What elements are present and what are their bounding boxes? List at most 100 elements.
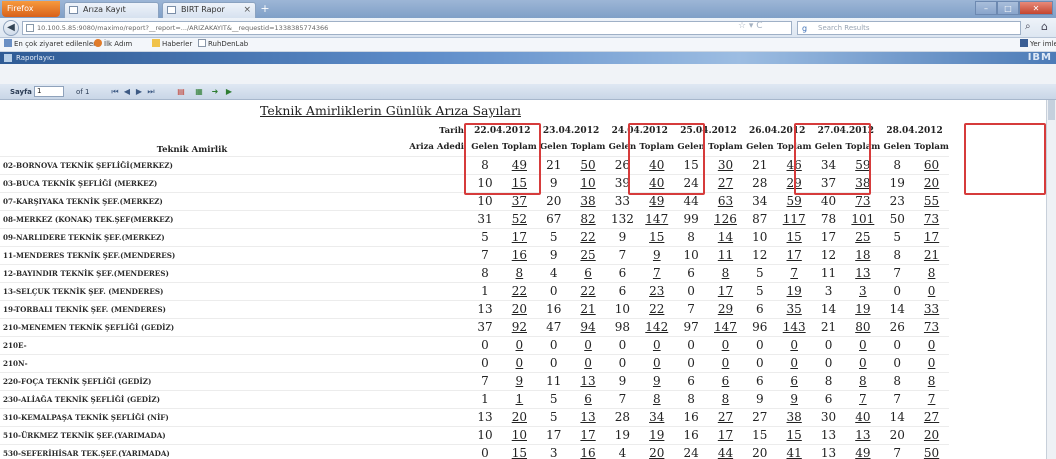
total-count-link[interactable]: 20 (924, 176, 939, 190)
next-page-icon[interactable]: ▶ (134, 87, 144, 97)
total-count-link[interactable]: 37 (512, 194, 527, 208)
total-count-link[interactable]: 143 (783, 320, 806, 334)
new-tab-button[interactable]: + (258, 3, 272, 17)
export-data-icon[interactable]: ▦ (194, 87, 204, 97)
total-count-link[interactable]: 142 (645, 320, 668, 334)
last-page-icon[interactable]: ⏭ (146, 87, 156, 97)
total-count-link[interactable]: 52 (512, 212, 527, 226)
total-count-link[interactable]: 6 (722, 374, 730, 388)
total-count-link[interactable]: 20 (649, 446, 664, 459)
total-count-link[interactable]: 40 (855, 410, 870, 424)
total-count-link[interactable]: 0 (516, 356, 524, 370)
total-count-link[interactable]: 73 (924, 212, 939, 226)
tab-ariza-kayit[interactable]: Arıza Kayıt (64, 2, 159, 18)
total-count-link[interactable]: 8 (722, 266, 730, 280)
firefox-menu-button[interactable]: Firefox (2, 1, 60, 17)
total-count-link[interactable]: 20 (512, 410, 527, 424)
total-count-link[interactable]: 92 (512, 320, 527, 334)
total-count-link[interactable]: 8 (653, 392, 661, 406)
total-count-link[interactable]: 10 (580, 176, 595, 190)
bookmark-news[interactable]: Haberler (152, 38, 192, 51)
total-count-link[interactable]: 8 (928, 374, 936, 388)
total-count-link[interactable]: 0 (653, 338, 661, 352)
total-count-link[interactable]: 9 (790, 392, 798, 406)
print-icon[interactable]: ▶ (224, 87, 234, 97)
export-report-icon[interactable]: ➜ (210, 87, 220, 97)
total-count-link[interactable]: 147 (714, 320, 737, 334)
total-count-link[interactable]: 73 (924, 320, 939, 334)
total-count-link[interactable]: 49 (855, 446, 870, 459)
total-count-link[interactable]: 21 (580, 302, 595, 316)
total-count-link[interactable]: 19 (649, 428, 664, 442)
total-count-link[interactable]: 59 (787, 194, 802, 208)
total-count-link[interactable]: 10 (512, 428, 527, 442)
total-count-link[interactable]: 7 (859, 392, 867, 406)
total-count-link[interactable]: 6 (790, 374, 798, 388)
total-count-link[interactable]: 17 (512, 230, 527, 244)
first-page-icon[interactable]: ⏮ (110, 87, 120, 97)
total-count-link[interactable]: 17 (718, 284, 733, 298)
total-count-link[interactable]: 16 (512, 248, 527, 262)
bookmark-star-icon[interactable]: ☆ ▾ C (738, 21, 763, 31)
home-icon[interactable]: ⌂ (1041, 20, 1048, 33)
total-count-link[interactable]: 19 (855, 302, 870, 316)
total-count-link[interactable]: 27 (924, 410, 939, 424)
total-count-link[interactable]: 38 (580, 194, 595, 208)
total-count-link[interactable]: 7 (653, 266, 661, 280)
total-count-link[interactable]: 0 (584, 356, 592, 370)
total-count-link[interactable]: 73 (855, 194, 870, 208)
total-count-link[interactable]: 16 (580, 446, 595, 459)
total-count-link[interactable]: 17 (580, 428, 595, 442)
total-count-link[interactable]: 0 (653, 356, 661, 370)
total-count-link[interactable]: 34 (649, 410, 664, 424)
total-count-link[interactable]: 49 (649, 194, 664, 208)
total-count-link[interactable]: 27 (718, 176, 733, 190)
previous-page-icon[interactable]: ◀ (122, 87, 132, 97)
total-count-link[interactable]: 14 (718, 230, 733, 244)
total-count-link[interactable]: 17 (787, 248, 802, 262)
total-count-link[interactable]: 7 (928, 392, 936, 406)
total-count-link[interactable]: 50 (580, 158, 595, 172)
total-count-link[interactable]: 22 (512, 284, 527, 298)
total-count-link[interactable]: 6 (584, 392, 592, 406)
total-count-link[interactable]: 18 (855, 248, 870, 262)
total-count-link[interactable]: 8 (722, 392, 730, 406)
total-count-link[interactable]: 13 (855, 428, 870, 442)
total-count-link[interactable]: 11 (718, 248, 733, 262)
total-count-link[interactable]: 8 (859, 374, 867, 388)
total-count-link[interactable]: 15 (787, 428, 802, 442)
total-count-link[interactable]: 0 (722, 338, 730, 352)
export-pdf-icon[interactable]: ▤ (176, 87, 186, 97)
total-count-link[interactable]: 15 (512, 446, 527, 459)
total-count-link[interactable]: 8 (928, 266, 936, 280)
total-count-link[interactable]: 17 (924, 230, 939, 244)
total-count-link[interactable]: 60 (924, 158, 939, 172)
total-count-link[interactable]: 22 (580, 230, 595, 244)
total-count-link[interactable]: 82 (580, 212, 595, 226)
tab-birt-viewer[interactable]: BIRT Rapor Görüntüleyici × (162, 2, 256, 28)
search-input[interactable]: g Search Results (797, 21, 1021, 35)
total-count-link[interactable]: 1 (516, 392, 524, 406)
total-count-link[interactable]: 17 (718, 428, 733, 442)
total-count-link[interactable]: 0 (790, 338, 798, 352)
total-count-link[interactable]: 0 (790, 356, 798, 370)
total-count-link[interactable]: 80 (855, 320, 870, 334)
bookmark-first-step[interactable]: İlk Adım (94, 38, 132, 51)
total-count-link[interactable]: 13 (580, 374, 595, 388)
total-count-link[interactable]: 25 (580, 248, 595, 262)
total-count-link[interactable]: 41 (787, 446, 802, 459)
total-count-link[interactable]: 0 (928, 284, 936, 298)
total-count-link[interactable]: 126 (714, 212, 737, 226)
bookmark-ruhdenlab[interactable]: RuhDenLab (198, 38, 248, 51)
total-count-link[interactable]: 20 (924, 428, 939, 442)
total-count-link[interactable]: 0 (722, 356, 730, 370)
total-count-link[interactable]: 9 (516, 374, 524, 388)
total-count-link[interactable]: 63 (718, 194, 733, 208)
address-bar[interactable]: 10.100.5.85:9080/maximo/report?__report=… (22, 21, 792, 35)
total-count-link[interactable]: 30 (718, 158, 733, 172)
total-count-link[interactable]: 25 (855, 230, 870, 244)
total-count-link[interactable]: 9 (653, 374, 661, 388)
total-count-link[interactable]: 15 (787, 230, 802, 244)
total-count-link[interactable]: 20 (512, 302, 527, 316)
total-count-link[interactable]: 22 (580, 284, 595, 298)
